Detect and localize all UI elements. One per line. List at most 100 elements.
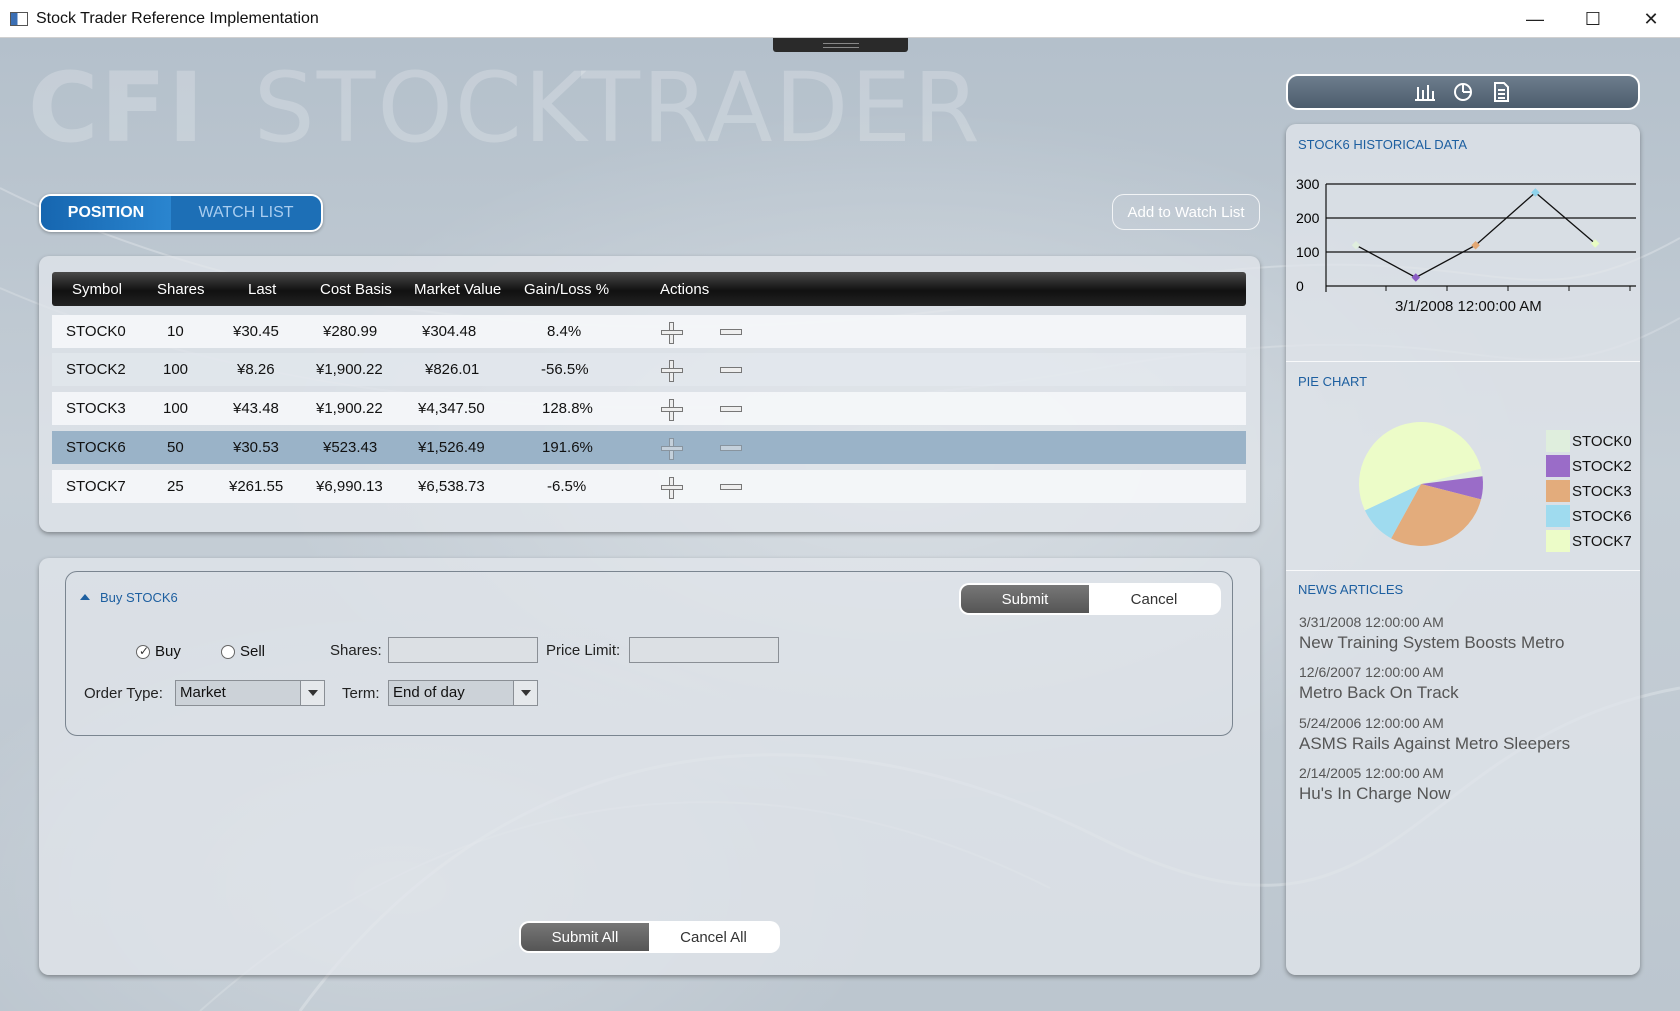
col-shares[interactable]: Shares xyxy=(157,281,205,298)
cell-symbol: STOCK6 xyxy=(66,439,126,456)
news-date: 5/24/2006 12:00:00 AM xyxy=(1299,715,1444,731)
buy-plus-icon[interactable] xyxy=(660,437,683,460)
y-tick-label: 300 xyxy=(1296,176,1320,192)
cell-cost: ¥523.43 xyxy=(323,439,378,456)
data-point[interactable] xyxy=(1351,240,1361,250)
col-gain-loss[interactable]: Gain/Loss % xyxy=(524,281,609,298)
legend-item: STOCK0 xyxy=(1546,430,1632,452)
col-market-value[interactable]: Market Value xyxy=(414,281,501,298)
historical-title: STOCK6 HISTORICAL DATA xyxy=(1298,137,1468,152)
cell-symbol: STOCK7 xyxy=(66,478,126,495)
legend-swatch xyxy=(1546,530,1570,552)
document-icon[interactable] xyxy=(1489,81,1513,103)
sell-minus-icon[interactable] xyxy=(719,321,742,343)
news-date: 12/6/2007 12:00:00 AM xyxy=(1299,664,1444,680)
data-point[interactable] xyxy=(1411,273,1421,282)
cell-gain: 191.6% xyxy=(542,439,593,456)
buy-plus-icon[interactable] xyxy=(660,398,683,421)
tab-position[interactable]: POSITION xyxy=(41,196,171,230)
cancel-all-button[interactable]: Cancel All xyxy=(649,923,778,951)
legend-swatch xyxy=(1546,430,1570,452)
maximize-button[interactable]: ☐ xyxy=(1564,0,1622,38)
news-headline[interactable]: ASMS Rails Against Metro Sleepers xyxy=(1299,734,1570,754)
cell-market: ¥6,538.73 xyxy=(418,478,485,495)
sell-minus-icon[interactable] xyxy=(719,359,742,381)
close-button[interactable]: ✕ xyxy=(1622,0,1680,38)
cell-shares: 100 xyxy=(163,361,189,378)
cell-symbol: STOCK2 xyxy=(66,361,126,378)
title-bar: Stock Trader Reference Implementation — … xyxy=(0,0,1680,38)
legend-label: STOCK0 xyxy=(1572,432,1632,450)
term-select[interactable]: End of day xyxy=(388,680,538,706)
buy-plus-icon[interactable] xyxy=(660,476,683,499)
table-row[interactable]: STOCK3 100 ¥43.48 ¥1,900.22 ¥4,347.50 12… xyxy=(52,392,1246,425)
chevron-down-icon[interactable] xyxy=(513,681,537,705)
divider xyxy=(1286,570,1640,571)
y-tick-label: 200 xyxy=(1296,210,1320,226)
term-label: Term: xyxy=(342,685,380,702)
cell-symbol: STOCK3 xyxy=(66,400,126,417)
window-title: Stock Trader Reference Implementation xyxy=(36,9,319,27)
chevron-down-icon[interactable] xyxy=(300,681,324,705)
order-type-select[interactable]: Market xyxy=(175,680,325,706)
legend-swatch xyxy=(1546,480,1570,502)
table-row-selected[interactable]: STOCK6 50 ¥30.53 ¥523.43 ¥1,526.49 191.6… xyxy=(52,431,1246,464)
cell-market: ¥826.01 xyxy=(425,361,480,378)
submit-button[interactable]: Submit xyxy=(961,585,1089,613)
positions-header: Symbol Shares Last Cost Basis Market Val… xyxy=(52,272,1246,306)
order-title[interactable]: Buy STOCK6 xyxy=(80,590,178,605)
buy-radio[interactable]: ✓ Buy xyxy=(136,643,181,660)
cell-last: ¥30.53 xyxy=(233,439,279,456)
col-actions: Actions xyxy=(660,281,710,298)
bulk-actions: Submit All Cancel All xyxy=(521,923,778,951)
col-symbol[interactable]: Symbol xyxy=(72,281,122,298)
drag-handle[interactable] xyxy=(773,38,908,52)
collapse-caret-icon[interactable] xyxy=(80,594,90,600)
add-to-watch-list-button[interactable]: Add to Watch List xyxy=(1112,194,1260,230)
news-date: 2/14/2005 12:00:00 AM xyxy=(1299,765,1444,781)
cell-symbol: STOCK0 xyxy=(66,323,126,340)
legend-item: STOCK2 xyxy=(1546,455,1632,477)
news-headline[interactable]: Metro Back On Track xyxy=(1299,683,1459,703)
order-type-label: Order Type: xyxy=(84,685,163,702)
legend-item: STOCK6 xyxy=(1546,505,1632,527)
bar-chart-icon[interactable] xyxy=(1413,81,1437,103)
legend-label: STOCK6 xyxy=(1572,507,1632,525)
cancel-button[interactable]: Cancel xyxy=(1089,585,1219,613)
minimize-button[interactable]: — xyxy=(1506,0,1564,38)
sell-minus-icon[interactable] xyxy=(719,398,742,420)
app-icon xyxy=(10,11,28,26)
cell-last: ¥30.45 xyxy=(233,323,279,340)
y-tick-label: 100 xyxy=(1296,244,1320,260)
news-headline[interactable]: Hu's In Charge Now xyxy=(1299,784,1451,804)
series-line xyxy=(1355,191,1596,279)
buy-plus-icon[interactable] xyxy=(660,321,683,344)
price-limit-input[interactable] xyxy=(629,637,779,663)
historical-line-chart: 0 100 200 300 xyxy=(1296,176,1636,294)
cell-gain: -56.5% xyxy=(541,361,589,378)
main-area: CFI STOCKTRADER POSITION WATCH LIST Add t… xyxy=(0,38,1680,1011)
positions-panel: Symbol Shares Last Cost Basis Market Val… xyxy=(39,256,1260,532)
news-headline[interactable]: New Training System Boosts Metro xyxy=(1299,633,1564,653)
sell-minus-icon[interactable] xyxy=(719,476,742,498)
table-row[interactable]: STOCK0 10 ¥30.45 ¥280.99 ¥304.48 8.4% xyxy=(52,315,1246,348)
submit-all-button[interactable]: Submit All xyxy=(521,923,649,951)
buy-plus-icon[interactable] xyxy=(660,359,683,382)
table-row[interactable]: STOCK7 25 ¥261.55 ¥6,990.13 ¥6,538.73 -6… xyxy=(52,470,1246,503)
col-last[interactable]: Last xyxy=(248,281,276,298)
news-title: NEWS ARTICLES xyxy=(1298,582,1404,597)
cell-cost: ¥1,900.22 xyxy=(316,361,383,378)
pie-chart-icon[interactable] xyxy=(1451,81,1475,103)
cell-shares: 100 xyxy=(163,400,189,417)
legend-item: STOCK7 xyxy=(1546,530,1632,552)
sidebar-panel: STOCK6 HISTORICAL DATA 0 100 200 300 3/1/20… xyxy=(1286,124,1640,975)
col-cost-basis[interactable]: Cost Basis xyxy=(320,281,392,298)
cell-market: ¥4,347.50 xyxy=(418,400,485,417)
cell-last: ¥43.48 xyxy=(233,400,279,417)
tab-watch-list[interactable]: WATCH LIST xyxy=(171,196,321,230)
sell-radio[interactable]: Sell xyxy=(221,643,265,660)
legend-label: STOCK3 xyxy=(1572,482,1632,500)
shares-input[interactable] xyxy=(388,637,538,663)
sell-minus-icon[interactable] xyxy=(719,437,742,459)
table-row[interactable]: STOCK2 100 ¥8.26 ¥1,900.22 ¥826.01 -56.5… xyxy=(52,353,1246,386)
